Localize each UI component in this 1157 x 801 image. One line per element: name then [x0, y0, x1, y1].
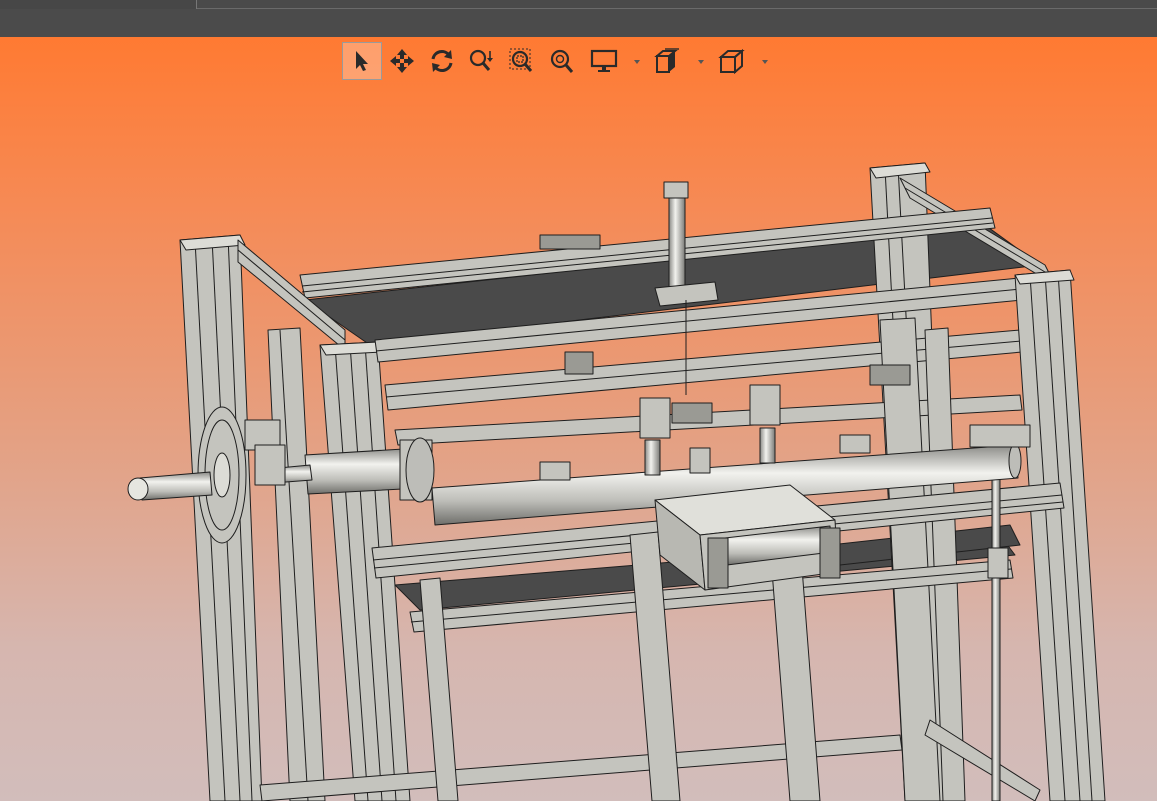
zoom-window-icon: [509, 48, 533, 72]
document-tab[interactable]: [0, 0, 197, 9]
cube-view-icon: [718, 48, 745, 74]
vertical-rod: [668, 187, 686, 299]
monitor-icon: [590, 49, 618, 72]
tab-strip: [0, 0, 1157, 9]
right-bracket: [969, 424, 1031, 448]
chevron-down-icon[interactable]: [762, 60, 768, 64]
section-button[interactable]: [646, 42, 710, 80]
small-bracket: [539, 234, 601, 250]
view-orientation-button[interactable]: [710, 42, 774, 80]
rotate-icon: [431, 50, 453, 72]
left-mid-post: [267, 327, 326, 801]
display-mode-button[interactable]: [582, 42, 646, 80]
cad-model-assembly[interactable]: [0, 37, 1157, 801]
zoom-window-button[interactable]: [502, 42, 542, 80]
right-guide-rod: [991, 439, 1001, 801]
pointer-arrow-icon: [356, 51, 368, 71]
chevron-down-icon[interactable]: [634, 60, 640, 64]
zoom-all-button[interactable]: [542, 42, 582, 80]
zoom-dynamic-icon: [469, 49, 493, 71]
rotate-button[interactable]: [422, 42, 462, 80]
zoom-fit-icon: [550, 49, 574, 73]
zoom-button[interactable]: [462, 42, 502, 80]
select-button[interactable]: [342, 42, 382, 80]
chevron-down-icon[interactable]: [698, 60, 704, 64]
3d-viewport[interactable]: [0, 37, 1157, 801]
viewport-title-bar: [0, 9, 1157, 37]
move-arrows-icon: [390, 49, 414, 73]
view-toolbar: [342, 41, 774, 81]
pan-button[interactable]: [382, 42, 422, 80]
clip-plane-icon: [654, 48, 679, 73]
handwheel: [127, 406, 286, 544]
